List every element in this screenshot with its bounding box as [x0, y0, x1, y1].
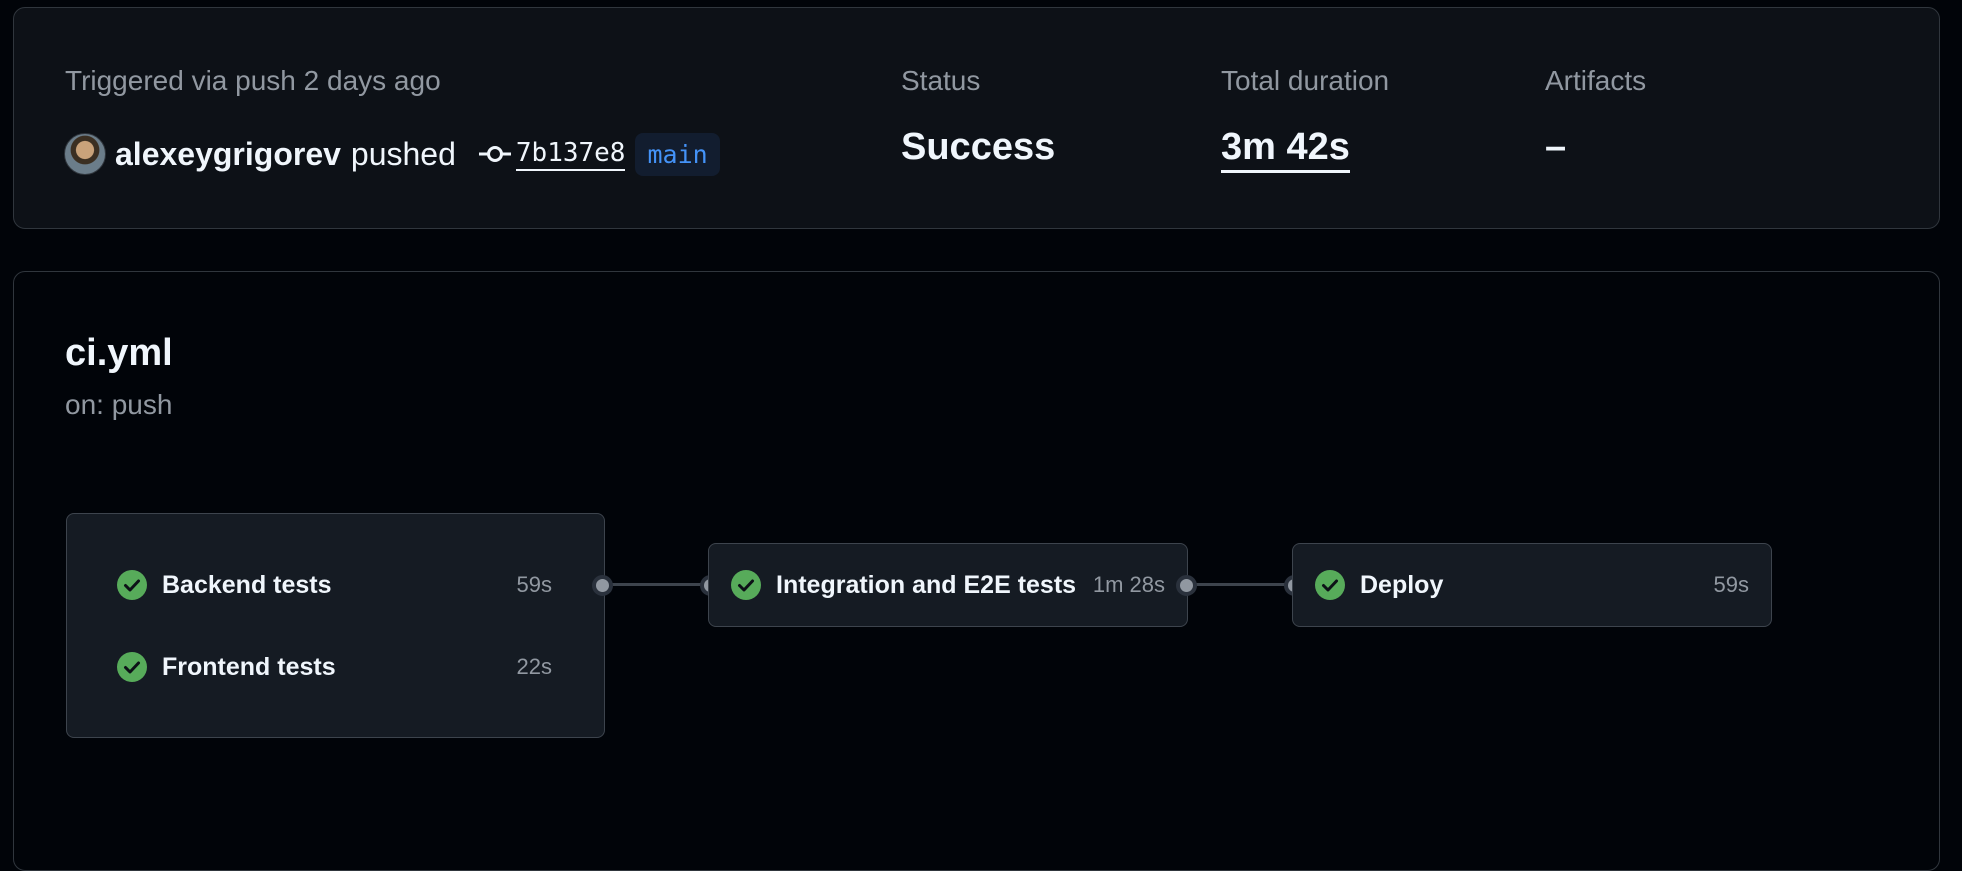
trigger-details: alexeygrigorev pushed 7b137e8 main: [64, 126, 720, 182]
job-integration-e2e[interactable]: Integration and E2E tests: [731, 569, 1076, 601]
check-circle-fill-icon: [731, 570, 761, 600]
actor-link[interactable]: alexeygrigorev: [115, 136, 341, 173]
job-frontend-tests[interactable]: Frontend tests: [117, 651, 336, 683]
artifacts-label: Artifacts: [1545, 65, 1647, 96]
check-circle-fill-icon: [1315, 570, 1345, 600]
job-name: Backend tests: [162, 570, 332, 599]
status-value: Success: [901, 126, 1056, 168]
check-circle-fill-icon: [117, 652, 147, 682]
duration-link[interactable]: 3m 42s: [1221, 126, 1350, 173]
connector-node: [592, 575, 613, 596]
duration-label: Total duration: [1221, 65, 1390, 96]
job-box-integration: Integration and E2E tests 1m 28s: [708, 543, 1188, 627]
commit-sha-link[interactable]: 7b137e8: [515, 138, 626, 171]
job-connector: [606, 583, 712, 586]
job-duration: 22s: [516, 654, 552, 679]
workflow-event: on: push: [65, 389, 173, 420]
check-circle-fill-icon: [117, 570, 147, 600]
job-duration: 59s: [516, 572, 552, 597]
job-name: Frontend tests: [162, 652, 336, 681]
duration-value[interactable]: 3m 42s: [1221, 126, 1350, 173]
run-summary-card: Triggered via push 2 days ago alexeygrig…: [13, 7, 1940, 229]
status-label: Status: [901, 65, 981, 96]
action-text: pushed: [350, 135, 456, 172]
workflow-graph-card: ci.yml on: push Backend tests 59s Fronte…: [13, 271, 1940, 871]
workflow-file-name: ci.yml: [65, 332, 173, 374]
job-deploy[interactable]: Deploy: [1315, 569, 1443, 601]
job-name: Integration and E2E tests: [776, 570, 1077, 599]
job-group-tests: Backend tests 59s Frontend tests 22s: [66, 513, 605, 738]
job-connector: [1189, 583, 1295, 586]
user-avatar[interactable]: [64, 133, 106, 175]
trigger-label: Triggered via push 2 days ago: [65, 65, 441, 96]
job-backend-tests[interactable]: Backend tests: [117, 569, 332, 601]
git-commit-icon: [478, 146, 511, 162]
artifacts-value: –: [1545, 126, 1567, 168]
job-name: Deploy: [1360, 570, 1444, 599]
job-duration: 1m 28s: [1092, 572, 1165, 597]
branch-badge[interactable]: main: [635, 132, 720, 176]
job-duration: 59s: [1713, 572, 1749, 597]
connector-node: [1176, 575, 1197, 596]
job-box-deploy: Deploy 59s: [1292, 543, 1772, 627]
